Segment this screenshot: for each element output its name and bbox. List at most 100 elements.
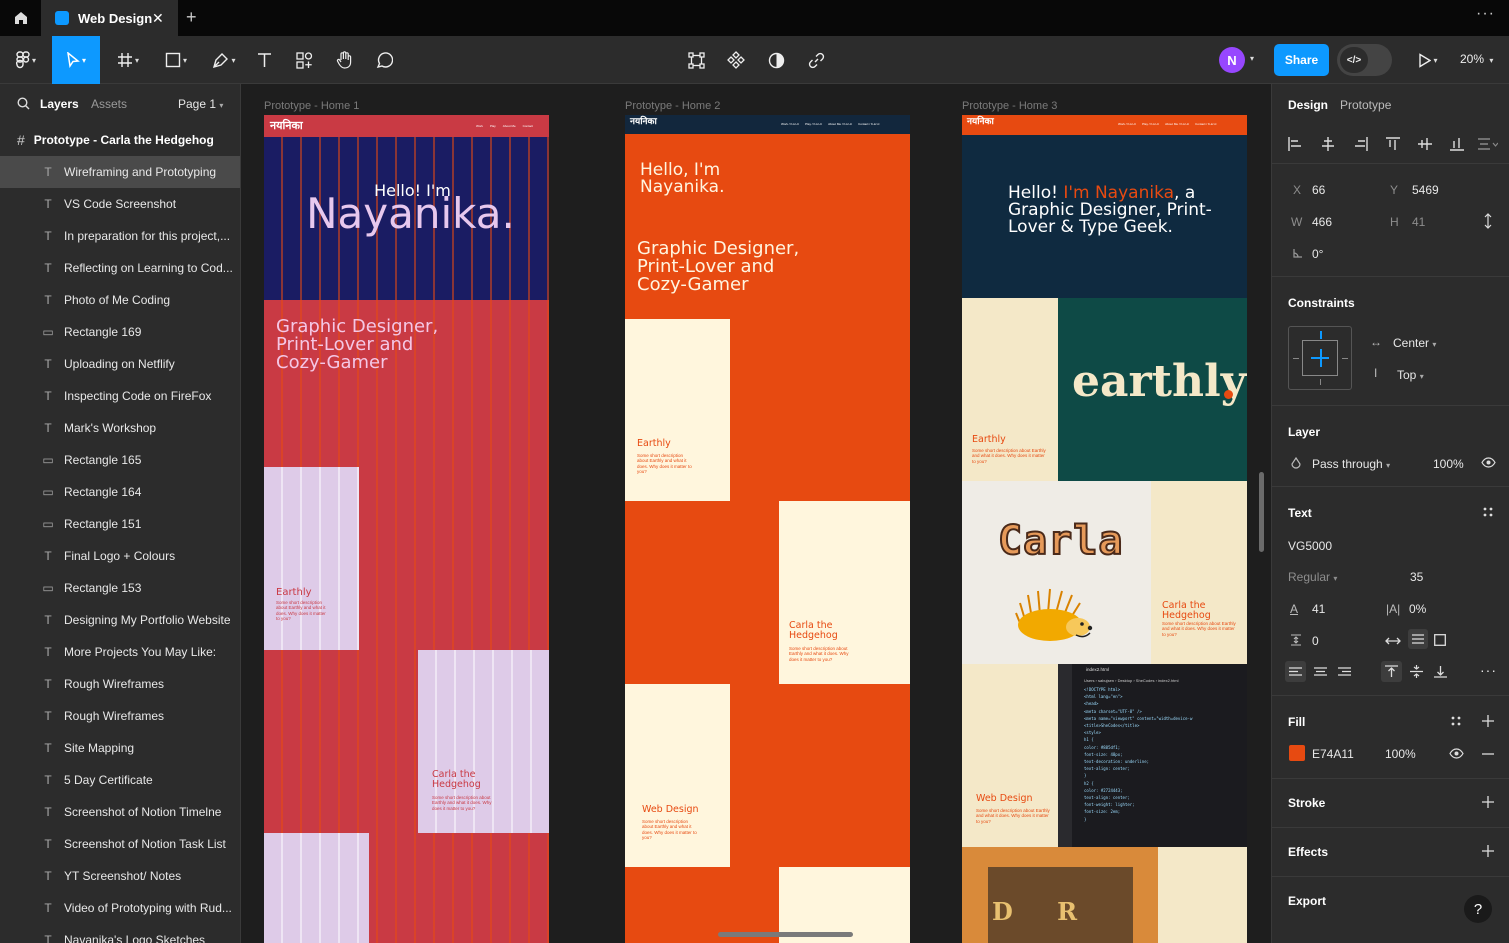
main-menu-button[interactable]: ▾ xyxy=(8,36,44,84)
tab-assets[interactable]: Assets xyxy=(91,97,127,111)
layer-item[interactable]: T Photo of Me Coding xyxy=(0,284,240,316)
search-icon[interactable] xyxy=(17,97,30,110)
y-input[interactable]: 5469 xyxy=(1412,183,1439,197)
project-card-earthly[interactable]: Earthly Some short description about Ear… xyxy=(962,298,1058,481)
layer-item[interactable]: T More Projects You May Like: xyxy=(0,636,240,668)
project-card-earthly[interactable]: Earthly Some short description about Ear… xyxy=(625,319,730,501)
vertical-constraint-dropdown[interactable]: Top ▾ xyxy=(1397,368,1424,382)
layer-item[interactable]: T Rough Wireframes xyxy=(0,700,240,732)
layer-item[interactable]: T Rough Wireframes xyxy=(0,668,240,700)
align-left-icon[interactable] xyxy=(1288,137,1302,151)
fill-color-swatch[interactable] xyxy=(1289,745,1305,761)
canvas[interactable]: Prototype - Home 1 नयनिका Work Play About … xyxy=(241,84,1271,943)
project-card-carla[interactable]: Carla the Hedgehog Some short descriptio… xyxy=(779,501,910,684)
hand-tool-button[interactable] xyxy=(332,36,356,84)
pen-tool-button[interactable]: ▾ xyxy=(206,36,242,84)
layer-item[interactable]: T Video of Prototyping with Rud... xyxy=(0,892,240,924)
vertical-scrollbar[interactable] xyxy=(1259,472,1264,552)
resources-button[interactable] xyxy=(292,36,316,84)
frame-label-home-3[interactable]: Prototype - Home 3 xyxy=(962,100,1057,112)
layer-item[interactable]: T Inspecting Code on FireFox xyxy=(0,380,240,412)
distribute-icon[interactable] xyxy=(1478,137,1498,151)
w-input[interactable]: 466 xyxy=(1312,215,1332,229)
new-tab-button[interactable]: + xyxy=(186,7,197,28)
layer-item[interactable]: T Site Mapping xyxy=(0,732,240,764)
file-tab[interactable]: Web Design ✕ xyxy=(41,0,178,36)
text-styles-icon[interactable] xyxy=(1483,507,1493,517)
layer-item[interactable]: ▭ Rectangle 164 xyxy=(0,476,240,508)
frame-tool-button[interactable]: ▾ xyxy=(110,36,146,84)
project-card-3[interactable] xyxy=(264,833,369,943)
layer-item[interactable]: T Uploading on Netflify xyxy=(0,348,240,380)
vertical-align-top-button[interactable] xyxy=(1381,661,1402,682)
project-card-carla[interactable]: Carla the Hedgehog Some short descriptio… xyxy=(1151,481,1247,664)
root-frame-layer[interactable]: # Prototype - Carla the Hedgehog xyxy=(0,124,240,156)
tab-prototype[interactable]: Prototype xyxy=(1340,98,1391,112)
text-align-left-button[interactable] xyxy=(1285,661,1306,682)
create-component-button[interactable] xyxy=(724,36,748,84)
layer-item[interactable]: T Final Logo + Colours xyxy=(0,540,240,572)
font-size-input[interactable]: 35 xyxy=(1410,570,1423,584)
layer-item[interactable]: T Screenshot of Notion Task List xyxy=(0,828,240,860)
frame-label-home-2[interactable]: Prototype - Home 2 xyxy=(625,100,720,112)
page-selector[interactable]: Page 1 ▾ xyxy=(178,97,223,111)
layer-item[interactable]: T Designing My Portfolio Website xyxy=(0,604,240,636)
blend-mode-dropdown[interactable]: Pass through ▾ xyxy=(1312,457,1390,471)
line-height-input[interactable]: 41 xyxy=(1312,602,1325,616)
horizontal-scrollbar[interactable] xyxy=(718,932,853,937)
link-button[interactable] xyxy=(804,36,828,84)
layer-item[interactable]: T Wireframing and Prototyping xyxy=(0,156,240,188)
layer-item[interactable]: T Navanika's Logo Sketches xyxy=(0,924,240,943)
align-center-horizontal-icon[interactable] xyxy=(1321,137,1335,151)
more-text-options-icon[interactable]: ··· xyxy=(1480,663,1497,677)
layer-item[interactable]: T YT Screenshot/ Notes xyxy=(0,860,240,892)
eye-icon[interactable] xyxy=(1449,748,1464,759)
home-button[interactable] xyxy=(0,0,41,36)
text-align-right-icon[interactable] xyxy=(1338,667,1351,676)
vertical-align-middle-icon[interactable] xyxy=(1410,665,1423,678)
constraints-widget[interactable] xyxy=(1288,326,1352,390)
vertical-align-bottom-icon[interactable] xyxy=(1434,665,1447,678)
help-button[interactable]: ? xyxy=(1464,895,1492,923)
resize-icon[interactable] xyxy=(1483,213,1493,229)
project-card-carla[interactable]: Carla the Hedgehog Some short descriptio… xyxy=(418,650,549,833)
layer-item[interactable]: ▭ Rectangle 169 xyxy=(0,316,240,348)
add-fill-icon[interactable] xyxy=(1482,715,1494,727)
layer-opacity-input[interactable]: 100% xyxy=(1433,457,1464,471)
layer-item[interactable]: T Screenshot of Notion Timelne xyxy=(0,796,240,828)
project-card-web-design[interactable]: Web Design Some short description about … xyxy=(962,664,1058,847)
align-right-icon[interactable] xyxy=(1354,137,1368,151)
fill-styles-icon[interactable] xyxy=(1451,716,1461,726)
text-align-center-icon[interactable] xyxy=(1314,667,1327,676)
tab-design[interactable]: Design xyxy=(1288,98,1328,112)
share-button[interactable]: Share xyxy=(1274,44,1329,76)
add-effect-icon[interactable] xyxy=(1482,845,1494,857)
avatar[interactable]: N xyxy=(1219,47,1245,73)
layer-item[interactable]: T VS Code Screenshot xyxy=(0,188,240,220)
layer-item[interactable]: ▭ Rectangle 165 xyxy=(0,444,240,476)
shape-tool-button[interactable]: ▾ xyxy=(158,36,194,84)
x-input[interactable]: 66 xyxy=(1312,183,1325,197)
add-stroke-icon[interactable] xyxy=(1482,796,1494,808)
tab-layers[interactable]: Layers xyxy=(40,97,79,111)
present-button[interactable]: ▾ xyxy=(1410,36,1446,84)
frame-home-3[interactable]: नयनिका Work / K-k/-/c Play / K-k/-/c About… xyxy=(962,115,1247,943)
align-center-vertical-icon[interactable] xyxy=(1418,137,1432,151)
layer-item[interactable]: T Reflecting on Learning to Cod... xyxy=(0,252,240,284)
fixed-size-icon[interactable] xyxy=(1434,634,1446,646)
frame-label-home-1[interactable]: Prototype - Home 1 xyxy=(264,100,359,112)
move-tool-button[interactable]: ▾ xyxy=(52,36,100,84)
rotation-input[interactable]: 0° xyxy=(1312,247,1323,261)
align-top-icon[interactable] xyxy=(1386,137,1400,151)
mask-button[interactable] xyxy=(764,36,788,84)
frame-home-2[interactable]: नयनिका Work / K-k/-/c Play / K-k/-/c About… xyxy=(625,115,910,943)
frame-home-1[interactable]: नयनिका Work Play About Me Contact Hello! I'… xyxy=(264,115,549,943)
comment-tool-button[interactable] xyxy=(372,36,396,84)
dev-mode-toggle[interactable]: </> xyxy=(1337,44,1392,76)
close-tab-icon[interactable]: ✕ xyxy=(152,10,164,27)
layer-item[interactable]: T Mark's Workshop xyxy=(0,412,240,444)
edit-object-button[interactable] xyxy=(684,36,708,84)
chevron-down-icon[interactable]: ▾ xyxy=(1250,54,1254,63)
layer-item[interactable]: ▭ Rectangle 153 xyxy=(0,572,240,604)
align-bottom-icon[interactable] xyxy=(1450,137,1464,151)
